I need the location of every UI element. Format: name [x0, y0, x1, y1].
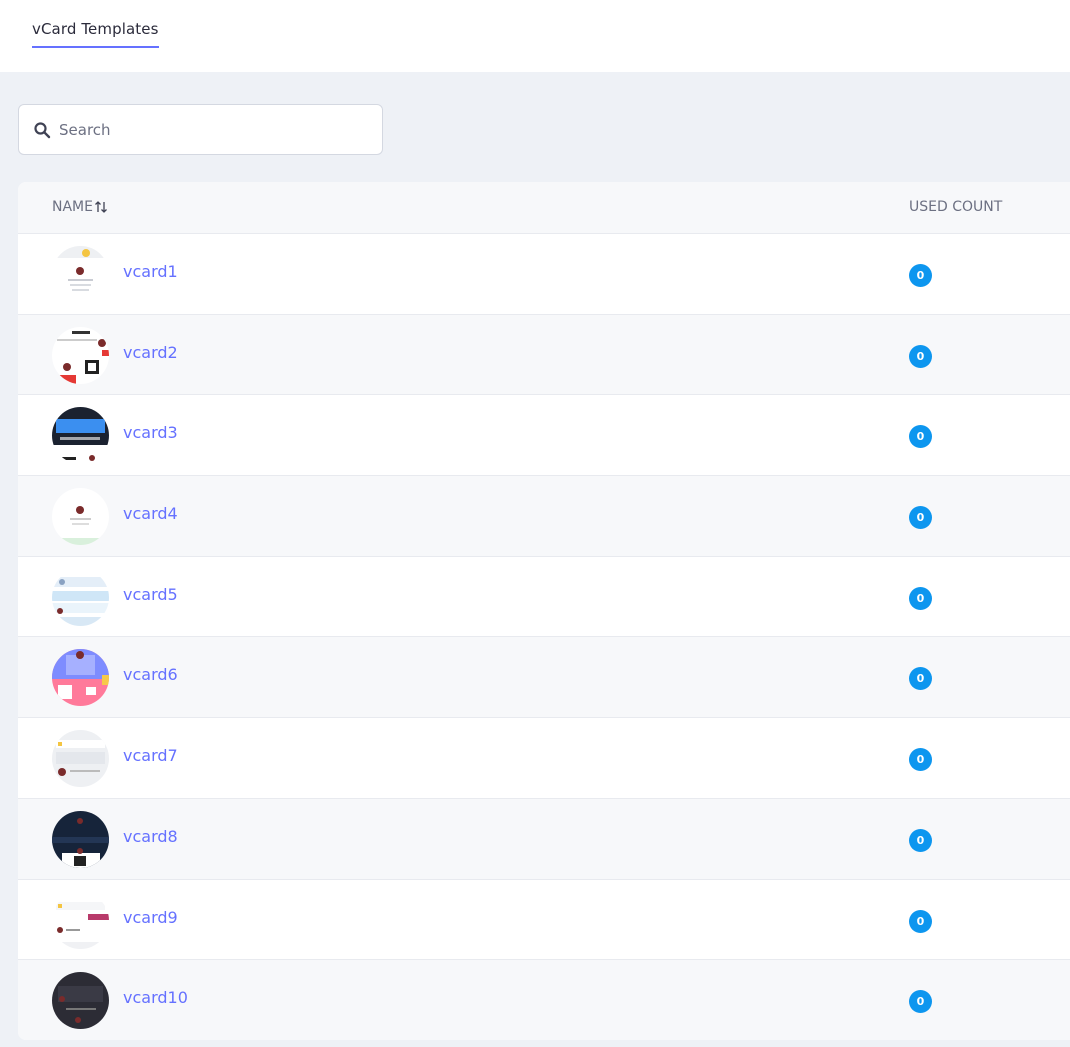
sort-icon[interactable]: [94, 200, 108, 214]
used-count-badge: 0: [909, 828, 932, 852]
templates-table: NAME USED COUNT vcard1 0 vcard2 0 vcard3 0 vca…: [18, 182, 1070, 1040]
table-body: vcard1 0 vcard2 0 vcard3 0 vcard4 0 vcard5 0 vcard…: [18, 234, 1070, 1040]
column-header-name-label: NAME: [52, 199, 93, 215]
used-count-badge: 0: [909, 586, 932, 610]
template-name-link[interactable]: vcard6: [123, 665, 178, 684]
template-name-link[interactable]: vcard3: [123, 423, 178, 442]
template-name-link[interactable]: vcard10: [123, 988, 188, 1007]
template-preview-image: [52, 972, 109, 1030]
template-thumbnail[interactable]: [52, 568, 109, 626]
template-preview-image: [52, 246, 109, 303]
search-icon: [34, 121, 51, 138]
template-preview-image: [52, 326, 109, 384]
template-thumbnail[interactable]: [52, 810, 109, 868]
table-row: vcard7 0: [18, 718, 1070, 799]
table-header: NAME USED COUNT: [18, 182, 1070, 234]
table-row: vcard3 0: [18, 395, 1070, 477]
template-preview-image: [52, 568, 109, 626]
template-preview-image: [52, 649, 109, 707]
table-row: vcard2 0: [18, 314, 1070, 396]
template-thumbnail[interactable]: [52, 246, 109, 303]
template-thumbnail[interactable]: [52, 488, 109, 546]
template-name-link[interactable]: vcard9: [123, 908, 178, 927]
used-count-badge: 0: [909, 909, 932, 933]
table-row: vcard5 0: [18, 557, 1070, 638]
template-preview-image: [52, 407, 109, 465]
template-preview-image: [52, 488, 109, 546]
used-count-badge: 0: [909, 506, 932, 530]
template-name-link[interactable]: vcard8: [123, 827, 178, 846]
table-row: vcard6 0: [18, 637, 1070, 719]
template-thumbnail[interactable]: [52, 730, 109, 788]
template-thumbnail[interactable]: [52, 891, 109, 949]
tab-vcard-templates[interactable]: vCard Templates: [32, 20, 159, 48]
used-count-badge: 0: [909, 344, 932, 368]
used-count-badge: 0: [909, 264, 932, 287]
template-thumbnail[interactable]: [52, 972, 109, 1030]
table-row: vcard1 0: [18, 234, 1070, 315]
template-preview-image: [52, 730, 109, 788]
table-row: vcard9 0: [18, 880, 1070, 961]
template-preview-image: [52, 810, 109, 868]
template-name-link[interactable]: vcard1: [123, 262, 178, 281]
template-name-link[interactable]: vcard7: [123, 746, 178, 765]
template-name-link[interactable]: vcard4: [123, 504, 178, 523]
template-thumbnail[interactable]: [52, 649, 109, 707]
search-input[interactable]: [59, 120, 359, 139]
template-name-link[interactable]: vcard5: [123, 585, 178, 604]
template-thumbnail[interactable]: [52, 326, 109, 384]
template-name-link[interactable]: vcard2: [123, 343, 178, 362]
column-header-name[interactable]: NAME: [52, 199, 108, 215]
template-preview-image: [52, 891, 109, 949]
column-header-used-count[interactable]: USED COUNT: [909, 199, 1002, 215]
table-row: vcard10 0: [18, 960, 1070, 1040]
used-count-badge: 0: [909, 667, 932, 691]
used-count-badge: 0: [909, 425, 932, 449]
table-row: vcard8 0: [18, 798, 1070, 880]
template-thumbnail[interactable]: [52, 407, 109, 465]
used-count-badge: 0: [909, 990, 932, 1014]
search-box[interactable]: [18, 104, 383, 155]
top-bar: vCard Templates: [0, 0, 1070, 72]
used-count-badge: 0: [909, 748, 932, 772]
table-row: vcard4 0: [18, 476, 1070, 557]
